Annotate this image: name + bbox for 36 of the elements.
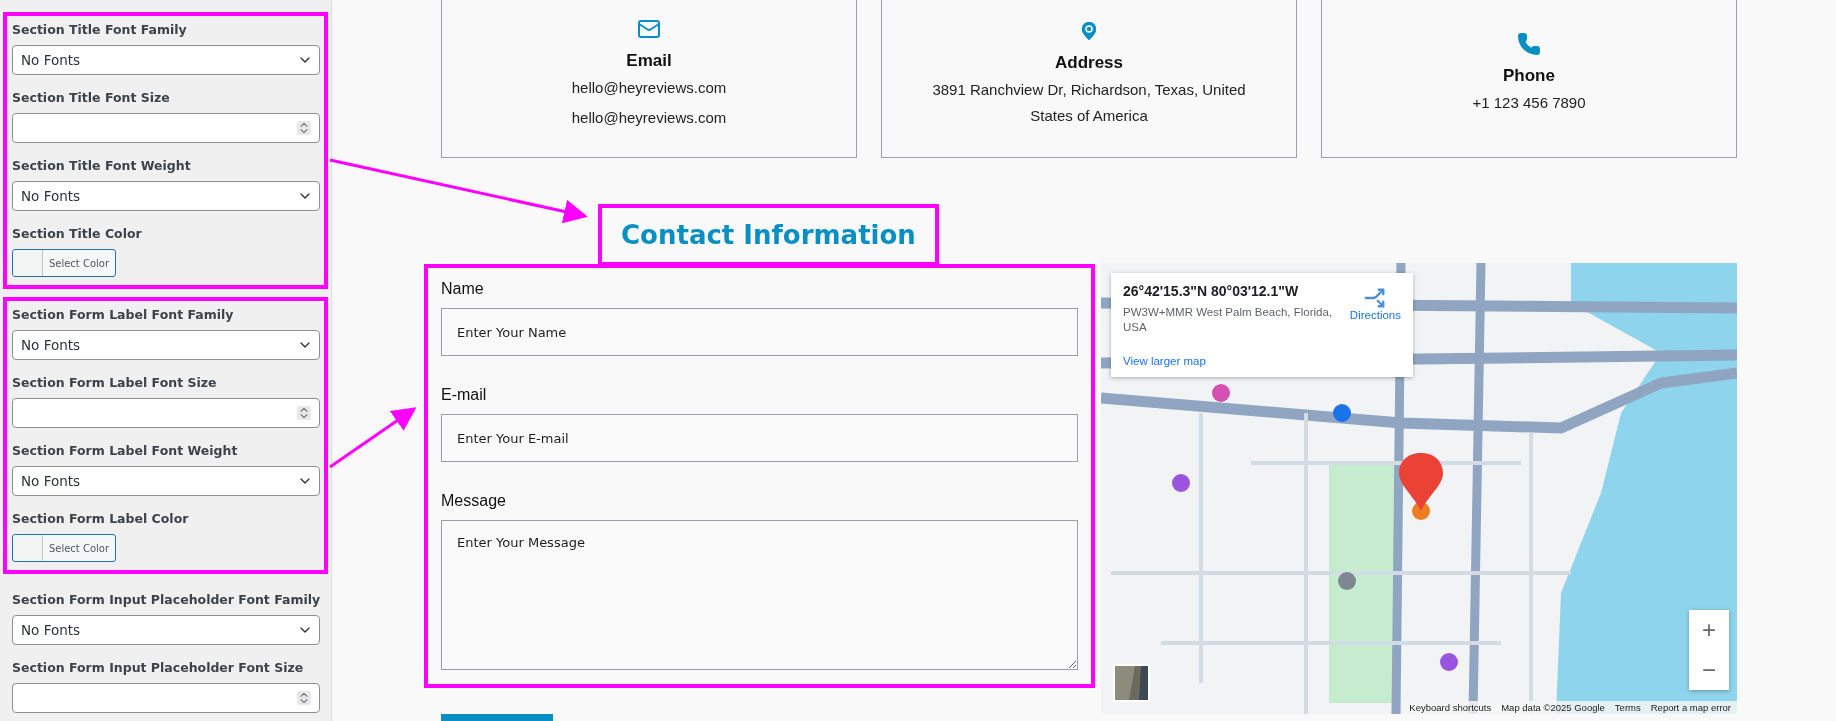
input-field[interactable]: Enter Your E-mail [441,414,1078,462]
number-input[interactable] [12,683,320,713]
message-field[interactable]: Enter Your Message [441,520,1078,670]
phone-icon [1517,32,1541,56]
card-text: hello@heyreviews.com [571,108,727,128]
number-input[interactable] [12,398,320,428]
card-text: hello@heyreviews.com [571,78,727,98]
field-label: Section Title Font Weight [12,158,192,173]
form-label: Name [441,280,485,298]
number-input[interactable] [12,113,320,143]
field-label: Section Form Input Placeholder Font Family [12,592,319,607]
form-label: E-mail [441,386,488,404]
select-color-button[interactable]: Select Color [12,534,116,562]
field-label: Section Title Font Size [12,90,171,105]
select-color-button[interactable]: Select Color [12,249,116,277]
field-label: Section Form Input Placeholder Font Size [12,660,305,675]
envelope-icon [637,17,661,41]
font-select[interactable]: No Fonts [12,330,320,360]
font-select[interactable]: No Fonts [12,45,320,75]
field-label: Section Form Label Color [12,511,190,526]
input-field[interactable]: Enter Your Name [441,308,1078,356]
card-text: 3891 Ranchview Dr, Richardson, Texas, United States of America [931,80,1247,126]
field-label: Section Form Label Font Weight [12,443,239,458]
field-label: Section Title Color [12,226,143,241]
card-text: +1 123 456 7890 [1472,93,1586,113]
field-label: Section Title Font Family [12,22,188,37]
field-label: Section Form Label Font Family [12,307,235,322]
font-select[interactable]: No Fonts [12,181,320,211]
form-label: Message [441,492,507,510]
card-title: Address [1055,53,1123,73]
field-label: Section Form Label Font Size [12,375,218,390]
card-title: Phone [1503,66,1555,86]
font-select[interactable]: No Fonts [12,466,320,496]
font-select[interactable]: No Fonts [12,615,320,645]
card-title: Email [626,51,672,71]
section-title: Contact Information [621,220,916,250]
